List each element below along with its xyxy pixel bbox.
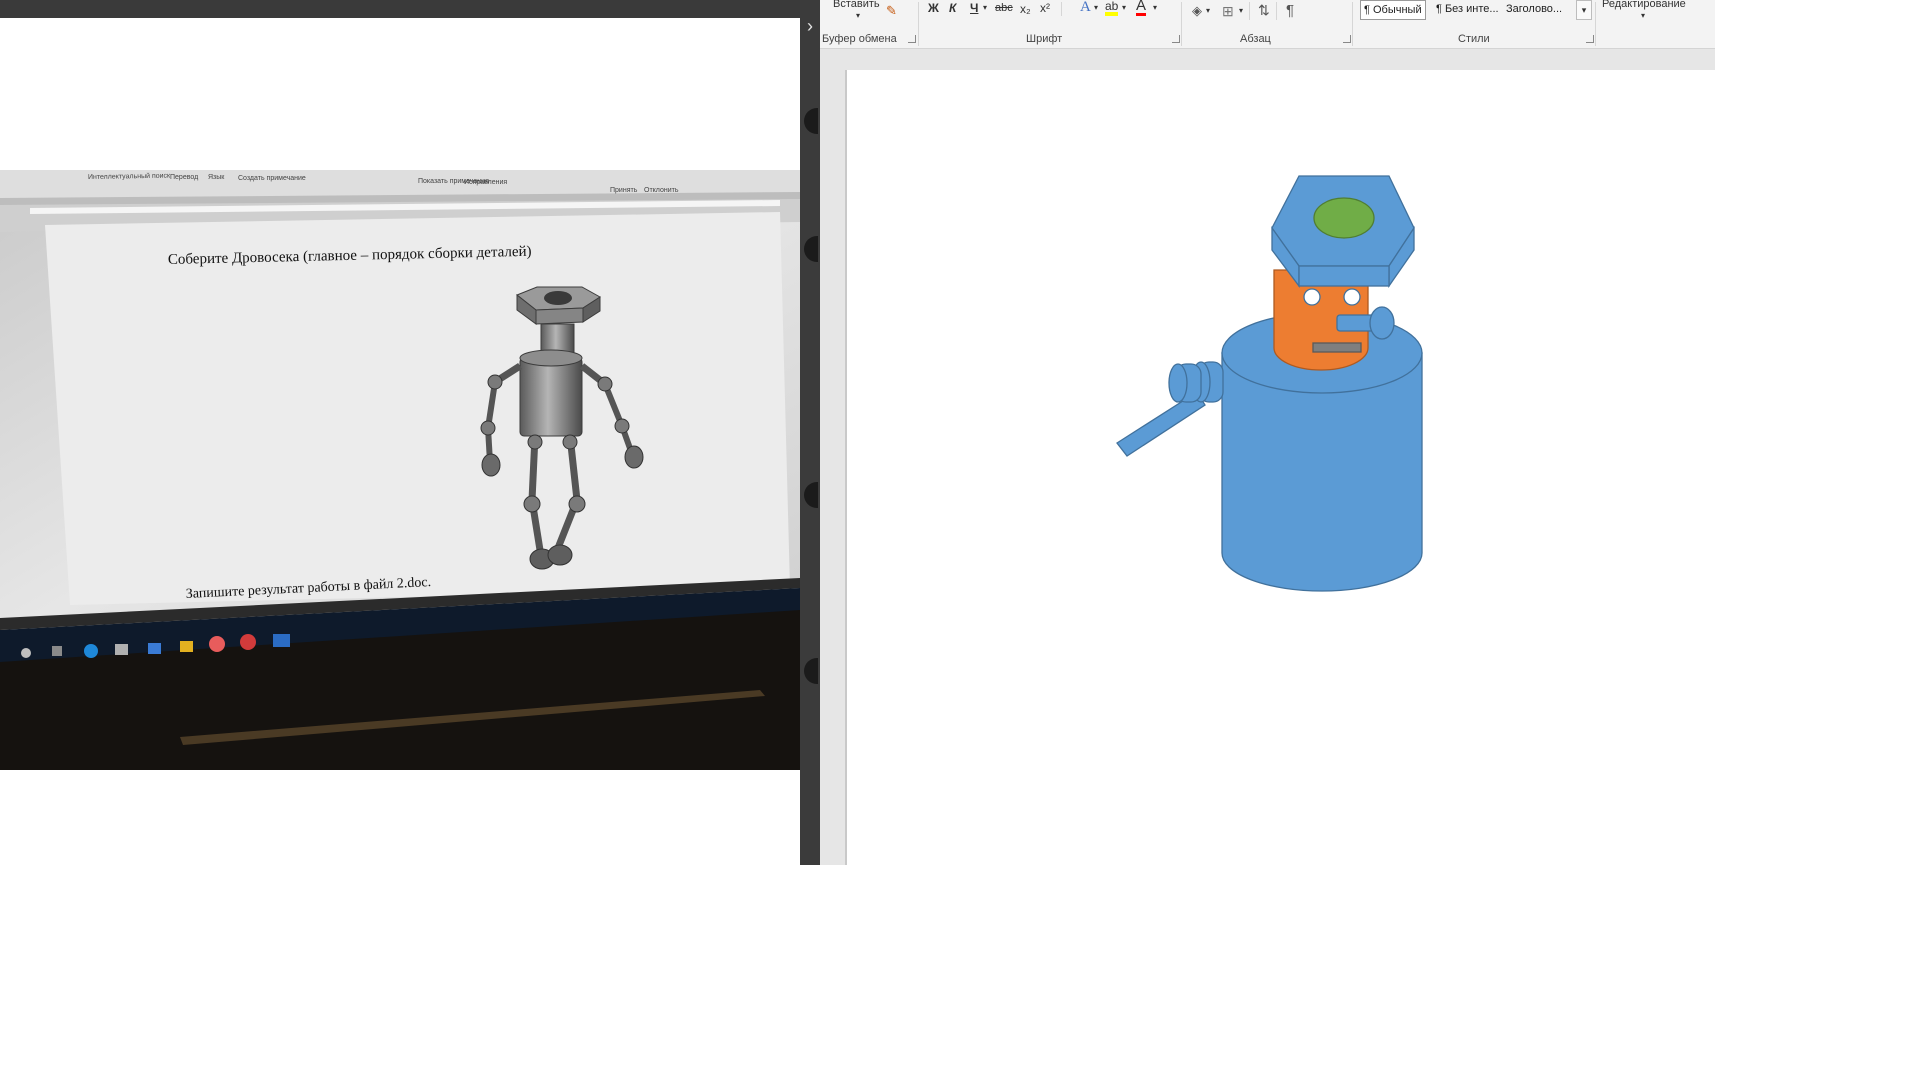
italic-button[interactable]: К <box>949 1 956 15</box>
monitor-photo-image: Соберите Дровосека (главное – порядок сб… <box>0 170 800 770</box>
style-no-spacing[interactable]: ¶ Без инте... <box>1433 0 1502 18</box>
strikethrough-button[interactable]: abc <box>995 2 1013 14</box>
ribbon-separator <box>1181 2 1182 46</box>
chevron-down-icon[interactable]: ▾ <box>1122 3 1126 12</box>
ribbon-separator <box>1276 2 1277 20</box>
styles-more-icon[interactable]: ▾ <box>1576 0 1592 20</box>
svg-text:Отклонить: Отклонить <box>644 187 679 194</box>
ribbon-separator <box>1061 2 1062 16</box>
robot-head-bolt[interactable] <box>1313 197 1375 239</box>
ribbon-separator <box>1249 2 1250 20</box>
subscript-button[interactable]: x₂ <box>1020 2 1031 16</box>
text-effects-icon[interactable]: A <box>1080 0 1091 16</box>
chevron-down-icon[interactable]: ▾ <box>1153 3 1157 12</box>
chevron-down-icon[interactable]: ▾ <box>1239 6 1243 15</box>
style-normal[interactable]: ¶ Обычный <box>1360 0 1426 20</box>
svg-text:Язык: Язык <box>208 174 225 181</box>
font-group-label: Шрифт <box>1026 33 1063 45</box>
chevron-right-icon[interactable]: › <box>803 14 817 38</box>
monitor-document-page <box>45 212 790 605</box>
svg-text:Создать примечание: Создать примечание <box>238 175 306 182</box>
clipboard-group-label: Буфер обмена <box>822 33 897 45</box>
editing-button[interactable]: Редактирование <box>1602 0 1686 10</box>
ribbon-separator <box>1595 2 1596 46</box>
shading-icon[interactable]: ◈ <box>1192 3 1202 19</box>
photo-window-titlebar <box>0 0 802 18</box>
svg-text:Перевод: Перевод <box>170 174 198 181</box>
svg-text:Интеллектуальный поиск: Интеллектуальный поиск <box>88 172 171 181</box>
style-heading[interactable]: Заголово... <box>1503 0 1565 18</box>
bold-button[interactable]: Ж <box>928 1 939 15</box>
ribbon-separator <box>1352 2 1353 46</box>
format-painter-icon[interactable]: ✎ <box>886 3 897 19</box>
dialog-launcher-icon[interactable] <box>908 35 916 43</box>
dialog-launcher-icon[interactable] <box>1343 35 1351 43</box>
robot-nose-cap[interactable] <box>1369 306 1395 340</box>
ribbon-separator <box>918 2 919 46</box>
underline-button[interactable]: Ч <box>970 1 978 15</box>
font-color-icon[interactable]: A <box>1136 0 1147 16</box>
drawn-robot[interactable] <box>847 70 1715 865</box>
robot-eye-right[interactable] <box>1343 288 1361 306</box>
styles-group-label: Стили <box>1458 33 1490 45</box>
borders-icon[interactable]: ⊞ <box>1222 3 1234 20</box>
robot-eye-left[interactable] <box>1303 288 1321 306</box>
sort-icon[interactable]: ⇅ <box>1258 2 1270 19</box>
monitor-photo: Соберите Дровосека (главное – порядок сб… <box>0 170 800 770</box>
pilcrow-button[interactable]: ¶ <box>1286 2 1294 19</box>
superscript-button[interactable]: x² <box>1040 1 1050 15</box>
chevron-down-icon[interactable]: ▾ <box>1641 11 1645 20</box>
robot-mouth[interactable] <box>1312 342 1362 353</box>
chevron-down-icon[interactable]: ▾ <box>983 3 987 12</box>
robot-shoulder-cap[interactable] <box>1168 363 1188 403</box>
robot-head-front[interactable] <box>1298 265 1390 287</box>
paste-button[interactable]: Вставить <box>833 0 880 10</box>
ribbon: Вставить ▾ ✎ Буфер обмена Ж К Ч ▾ abc x₂… <box>820 0 1715 49</box>
svg-text:Исправления: Исправления <box>464 179 507 186</box>
chevron-down-icon[interactable]: ▾ <box>1094 3 1098 12</box>
svg-text:Принять: Принять <box>610 187 638 194</box>
chevron-down-icon[interactable]: ▾ <box>856 11 860 20</box>
document-page[interactable] <box>847 70 1715 865</box>
highlight-icon[interactable]: ab <box>1105 0 1119 16</box>
dialog-launcher-icon[interactable] <box>1586 35 1594 43</box>
paragraph-group-label: Абзац <box>1240 33 1271 45</box>
chevron-down-icon[interactable]: ▾ <box>1206 6 1210 15</box>
dialog-launcher-icon[interactable] <box>1172 35 1180 43</box>
